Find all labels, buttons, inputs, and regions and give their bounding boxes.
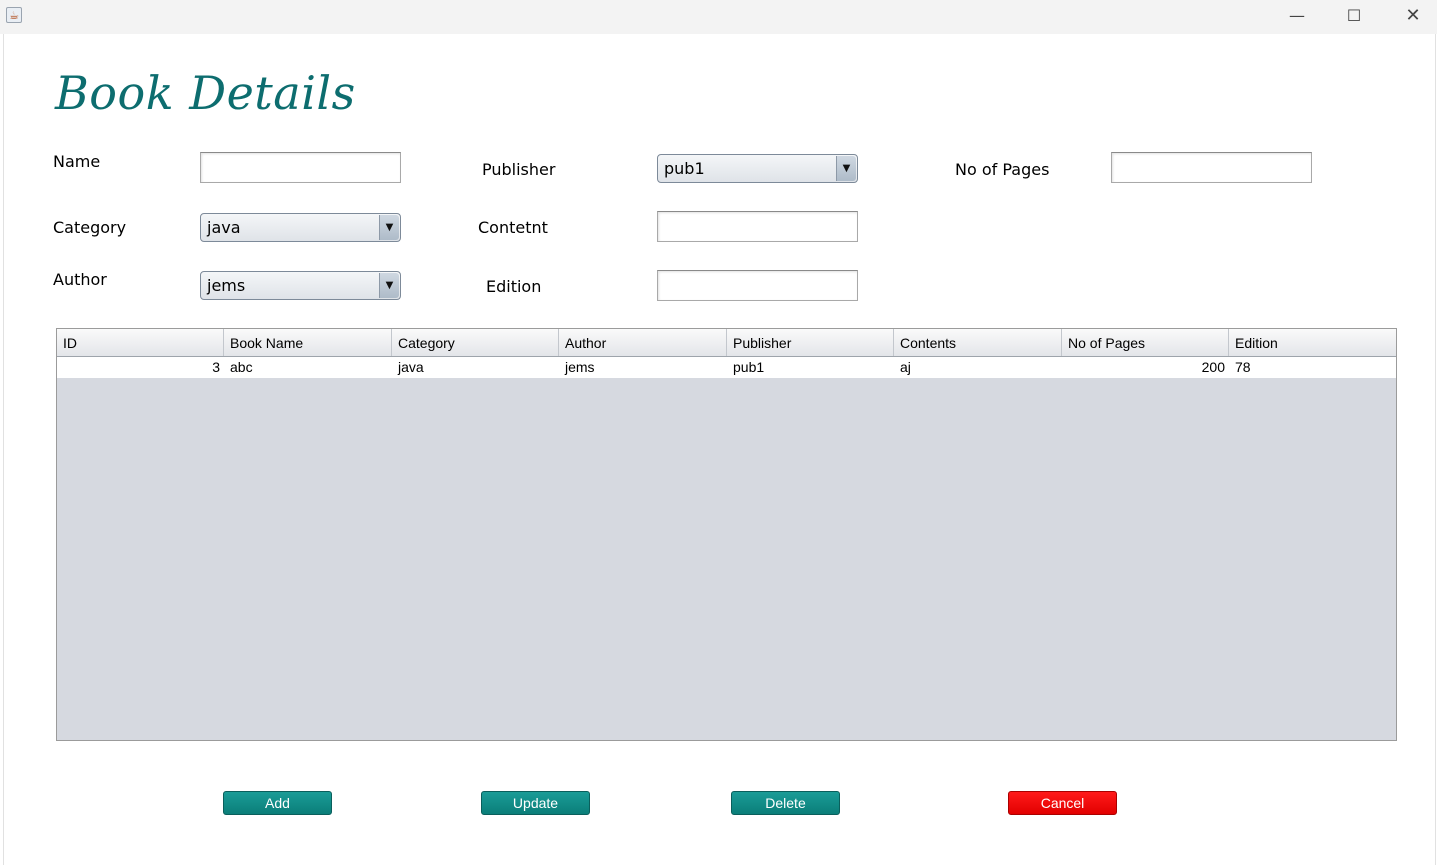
column-header-id[interactable]: ID [57,329,224,356]
table-row[interactable]: 3 abc java jems pub1 aj 200 78 [57,357,1396,378]
edition-field[interactable] [657,270,858,301]
delete-button[interactable]: Delete [731,791,840,815]
column-header-book-name[interactable]: Book Name [224,329,392,356]
maximize-button[interactable]: ☐ [1331,0,1377,32]
category-selected: java [207,218,241,237]
title-bar: ☕ — ☐ ✕ [0,0,1437,34]
publisher-selected: pub1 [664,159,705,178]
publisher-label: Publisher [482,160,556,179]
edition-label: Edition [486,277,542,296]
cell-edition: 78 [1235,359,1251,375]
chevron-down-icon[interactable]: ▼ [379,215,399,240]
books-table[interactable]: ID Book Name Category Author Publisher C… [56,328,1397,741]
column-header-category[interactable]: Category [392,329,559,356]
column-header-edition[interactable]: Edition [1229,329,1396,356]
cell-publisher: pub1 [733,359,765,375]
cell-author: jems [565,359,595,375]
close-button[interactable]: ✕ [1390,0,1436,32]
column-header-pages[interactable]: No of Pages [1062,329,1229,356]
page-title: Book Details [55,66,356,120]
category-label: Category [53,218,127,237]
cell-id: 3 [212,359,220,375]
table-header: ID Book Name Category Author Publisher C… [57,329,1396,357]
author-dropdown[interactable]: jems ▼ [200,271,401,300]
category-dropdown[interactable]: java ▼ [200,213,401,242]
chevron-down-icon[interactable]: ▼ [836,156,856,181]
author-label: Author [53,270,107,289]
chevron-down-icon[interactable]: ▼ [379,273,399,298]
cell-category: java [398,359,424,375]
content-label: Contetnt [478,218,548,237]
column-header-publisher[interactable]: Publisher [727,329,894,356]
update-button[interactable]: Update [481,791,590,815]
column-header-author[interactable]: Author [559,329,727,356]
content-field[interactable] [657,211,858,242]
java-cup-icon: ☕ [6,7,22,23]
name-label: Name [53,152,101,171]
minimize-button[interactable]: — [1274,0,1320,32]
column-header-contents[interactable]: Contents [894,329,1062,356]
add-button[interactable]: Add [223,791,332,815]
cell-pages: 200 [1201,359,1225,375]
cancel-button[interactable]: Cancel [1008,791,1117,815]
cell-contents: aj [900,359,911,375]
cell-book-name: abc [230,359,253,375]
pages-field[interactable] [1111,152,1312,183]
publisher-dropdown[interactable]: pub1 ▼ [657,154,858,183]
author-selected: jems [207,276,246,295]
pages-label: No of Pages [955,160,1050,179]
name-field[interactable] [200,152,401,183]
